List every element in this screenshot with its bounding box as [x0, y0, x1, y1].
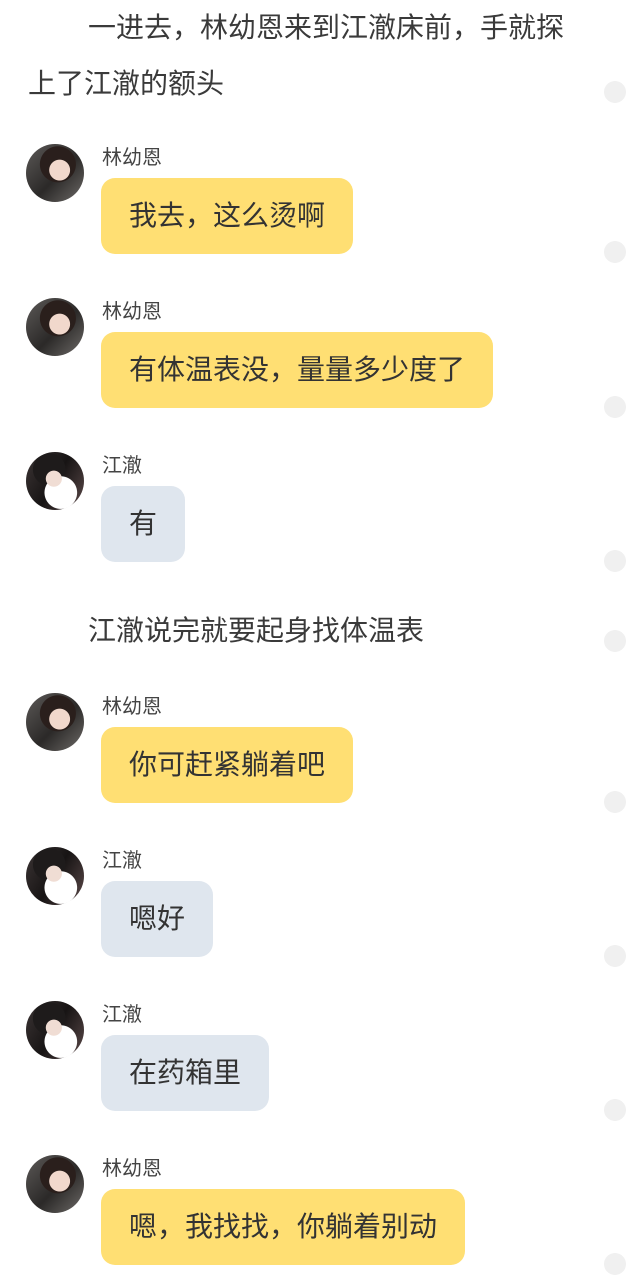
message-bubble[interactable]: 你可赶紧躺着吧 — [101, 727, 354, 803]
lin-avatar[interactable] — [26, 298, 84, 356]
jiang-avatar[interactable] — [26, 452, 84, 510]
jiang-avatar[interactable] — [26, 1001, 84, 1059]
paragraph-marker-dot[interactable] — [604, 791, 626, 813]
narration-paragraph: 一进去，林幼恩来到江澈床前，手就探上了江澈的额头 — [28, 11, 565, 100]
paragraph-marker-dot[interactable] — [604, 396, 626, 418]
paragraph-marker-dot[interactable] — [604, 81, 626, 103]
speaker-name: 林幼恩 — [102, 299, 162, 323]
paragraph-marker-dot[interactable] — [604, 1099, 626, 1121]
jiang-avatar[interactable] — [26, 847, 84, 905]
lin-avatar[interactable] — [26, 144, 84, 202]
paragraph-marker-dot[interactable] — [604, 550, 626, 572]
paragraph-marker-dot[interactable] — [604, 1253, 626, 1275]
speaker-name: 江澈 — [102, 848, 142, 872]
speaker-name: 江澈 — [102, 1002, 142, 1026]
narration-paragraph: 江澈说完就要起身找体温表 — [88, 614, 425, 647]
lin-avatar[interactable] — [26, 1155, 84, 1213]
paragraph-marker-dot[interactable] — [604, 241, 626, 263]
speaker-name: 林幼恩 — [102, 145, 162, 169]
paragraph-marker-dot[interactable] — [604, 945, 626, 967]
message-bubble[interactable]: 有体温表没，量量多少度了 — [101, 332, 494, 408]
message-bubble[interactable]: 有 — [101, 486, 186, 562]
message-bubble[interactable]: 我去，这么烫啊 — [101, 178, 354, 254]
message-bubble[interactable]: 嗯，我找找，你躺着别动 — [101, 1189, 466, 1265]
paragraph-marker-dot[interactable] — [604, 630, 626, 652]
message-bubble[interactable]: 在药箱里 — [101, 1035, 270, 1111]
message-bubble[interactable]: 嗯好 — [101, 881, 214, 957]
speaker-name: 江澈 — [102, 453, 142, 477]
speaker-name: 林幼恩 — [102, 1156, 162, 1180]
speaker-name: 林幼恩 — [102, 694, 162, 718]
lin-avatar[interactable] — [26, 693, 84, 751]
